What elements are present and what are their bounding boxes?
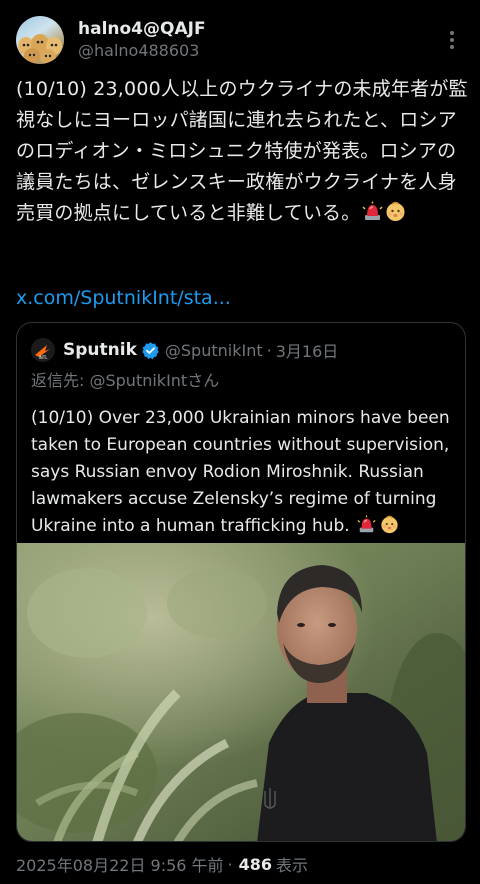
tweet-text: (10/10) 23,000人以上のウクライナの未成年者が監視なしにヨーロッパ諸… <box>16 74 468 229</box>
police-light-emoji <box>357 515 378 536</box>
quoted-tweet-card[interactable]: INTL Sputnik @SputnikInt · 3月16日 返信先: @S… <box>16 322 466 842</box>
quoted-author-name[interactable]: Sputnik <box>63 340 137 360</box>
quoted-tweet-text: (10/10) Over 23,000 Ukrainian minors hav… <box>31 405 455 540</box>
more-vertical-icon[interactable] <box>440 28 464 52</box>
reply-mention[interactable]: @SputnikIntさん <box>89 371 219 390</box>
author-names: halno4@QAJF @halno488603 <box>78 18 206 62</box>
quoted-tweet-photo[interactable] <box>17 543 465 841</box>
avatar[interactable] <box>16 16 64 64</box>
quoted-separator: · <box>266 340 272 360</box>
author-handle[interactable]: @halno488603 <box>78 40 206 62</box>
quoted-date[interactable]: 3月16日 <box>276 338 339 362</box>
author-display-name[interactable]: halno4@QAJF <box>78 18 206 40</box>
baby-emoji <box>380 515 401 536</box>
verified-badge-icon <box>142 341 159 359</box>
view-count: 486 <box>238 854 273 874</box>
sputnik-logo-icon[interactable]: INTL <box>31 338 55 362</box>
quoted-tweet-header: INTL Sputnik @SputnikInt · 3月16日 <box>31 337 453 363</box>
reply-prefix: 返信先: <box>31 371 90 390</box>
timestamp[interactable]: 2025年08月22日 9:56 午前 <box>16 852 224 876</box>
baby-emoji <box>385 201 406 222</box>
view-label: 表示 <box>276 856 309 875</box>
tweet-link[interactable]: x.com/SputnikInt/sta... <box>16 284 231 312</box>
quoted-author-handle[interactable]: @SputnikInt <box>165 341 263 360</box>
reply-context: 返信先: @SputnikIntさん <box>31 367 219 391</box>
metadata-separator: · <box>227 854 233 874</box>
tweet-header: halno4@QAJF @halno488603 <box>16 14 464 66</box>
police-light-emoji <box>362 201 383 222</box>
svg-text:INTL: INTL <box>39 355 49 360</box>
tweet-detail: halno4@QAJF @halno488603 (10/10) 23,000人… <box>0 0 480 884</box>
tweet-metadata: 2025年08月22日 9:56 午前 · 486 表示 <box>16 852 308 876</box>
